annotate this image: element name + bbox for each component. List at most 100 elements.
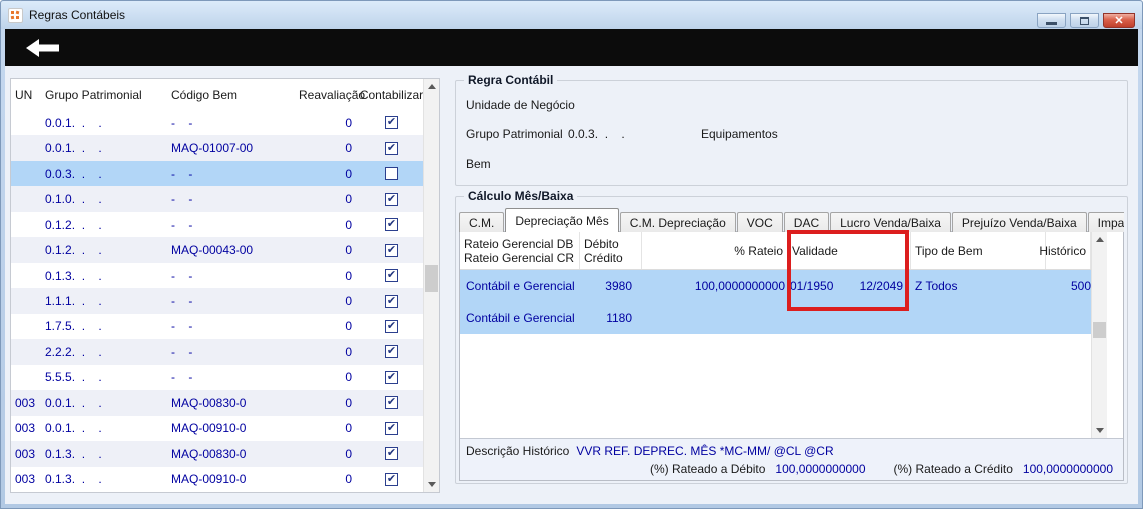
contabilizar-checkbox[interactable]: ✔ — [385, 116, 398, 130]
asset-rules-table: UN Grupo Patrimonial Código Bem Reavalia… — [10, 78, 440, 493]
cell-codigo: - - — [171, 268, 193, 283]
checkmark-icon: ✔ — [386, 447, 397, 460]
window-title: Regras Contábeis — [29, 8, 126, 22]
cell-rateio: Contábil e Gerencial — [466, 311, 575, 325]
table-row[interactable]: 003 0.0.1. . . MAQ-00830-0 0 ✔ — [11, 390, 423, 416]
bem-label: Bem — [466, 157, 491, 171]
table-row[interactable]: 003 0.1.3. . . MAQ-00910-0 0 ✔ — [11, 467, 423, 492]
cell-grupo: 0.1.3. . . — [45, 446, 102, 461]
cell-rateio: Contábil e Gerencial — [466, 279, 575, 293]
tab-voc[interactable]: VOC — [736, 212, 783, 232]
tab-depreciacao-mes[interactable]: Depreciação Mês — [505, 208, 619, 232]
tab-cm-depreciacao[interactable]: C.M. Depreciação — [619, 212, 736, 232]
checkmark-icon: ✔ — [386, 396, 397, 409]
back-button[interactable] — [25, 37, 61, 59]
minimize-button[interactable] — [1037, 13, 1066, 28]
rateado-credito-label: (%) Rateado a Crédito — [893, 462, 1013, 476]
scroll-up-icon[interactable] — [1092, 232, 1107, 247]
checkmark-icon: ✔ — [386, 345, 397, 358]
scrollbar-thumb[interactable] — [425, 265, 438, 292]
tab-label: VOC — [746, 215, 773, 230]
contabilizar-checkbox[interactable]: ✔ — [385, 472, 398, 486]
table-row-selected[interactable]: Contábil e Gerencial 1180 — [460, 302, 1091, 334]
cell-un: 003 — [15, 472, 36, 487]
tab-cm[interactable]: C.M. — [459, 212, 505, 232]
contabilizar-checkbox[interactable]: ✔ — [385, 294, 398, 308]
contabilizar-checkbox[interactable]: ✔ — [385, 319, 398, 333]
column-header-tipo-de-bem[interactable]: Tipo de Bem — [911, 232, 1046, 269]
column-header-contabilizar[interactable]: Contabilizar — [360, 88, 423, 102]
contabilizar-checkbox[interactable]: ✔ — [385, 243, 398, 257]
cell-validade-fim: 12/2049 — [859, 279, 903, 293]
contabilizar-checkbox[interactable]: ✔ — [385, 421, 398, 435]
groupbox-title: Cálculo Mês/Baixa — [464, 189, 578, 203]
cell-un: 003 — [15, 395, 36, 410]
contabilizar-checkbox[interactable]: ✔ — [385, 218, 398, 232]
checkmark-icon: ✔ — [386, 243, 397, 256]
table-row[interactable]: 1.7.5. . . - - 0 ✔ — [11, 314, 423, 339]
maximize-button[interactable] — [1070, 13, 1099, 28]
cell-grupo: 0.0.3. . . — [45, 166, 102, 181]
asset-table-scrollbar[interactable] — [423, 79, 439, 492]
contabilizar-checkbox[interactable]: ✔ — [385, 345, 398, 359]
table-row[interactable]: 003 0.1.3. . . MAQ-00830-0 0 ✔ — [11, 441, 423, 467]
contabilizar-checkbox[interactable]: ✔ — [385, 447, 398, 461]
column-header-codigo-bem[interactable]: Código Bem — [171, 88, 299, 102]
close-button[interactable]: ✕ — [1103, 13, 1135, 28]
tab-label: Depreciação Mês — [515, 213, 609, 228]
window-controls: ✕ — [1037, 13, 1135, 28]
tab-strip: C.M. Depreciação Mês C.M. Depreciação VO… — [459, 208, 1124, 232]
table-row[interactable]: 0.1.0. . . - - 0 ✔ — [11, 186, 423, 212]
table-row[interactable]: 003 0.0.1. . . MAQ-00910-0 0 ✔ — [11, 416, 423, 441]
table-row[interactable]: 1.1.1. . . - - 0 ✔ — [11, 288, 423, 314]
table-row-selected[interactable]: Contábil e Gerencial 3980 100,0000000000… — [460, 270, 1091, 302]
rateio-table-scrollbar[interactable] — [1091, 232, 1107, 438]
cell-codigo: - - — [171, 370, 193, 385]
table-row[interactable]: 0.0.1. . . - - 0 ✔ — [11, 110, 423, 135]
contabilizar-checkbox[interactable] — [385, 167, 398, 181]
column-header-debito-credito[interactable]: Débito Crédito — [580, 232, 642, 269]
column-header-grupo-patrimonial[interactable]: Grupo Patrimonial — [45, 88, 171, 102]
column-header-rateio-gerencial[interactable]: Rateio Gerencial DB Rateio Gerencial CR — [460, 232, 580, 269]
contabilizar-checkbox[interactable]: ✔ — [385, 192, 398, 206]
checkmark-icon: ✔ — [386, 192, 397, 205]
tab-impairment[interactable]: Impairment — [1087, 212, 1124, 232]
column-header-rateio-pct[interactable]: % Rateio — [642, 232, 788, 269]
table-row[interactable]: 0.0.1. . . MAQ-01007-00 0 ✔ — [11, 135, 423, 161]
rateio-table: Rateio Gerencial DB Rateio Gerencial CR … — [460, 232, 1123, 438]
cell-grupo: 0.0.1. . . — [45, 115, 102, 130]
asset-table-body: 0.0.1. . . - - 0 ✔ 0.0.1. . . MAQ-01007-… — [11, 110, 423, 492]
table-row[interactable]: 5.5.5. . . - - 0 ✔ — [11, 365, 423, 390]
column-header-un[interactable]: UN — [11, 88, 45, 102]
cell-grupo: 0.1.0. . . — [45, 192, 102, 207]
scrollbar-thumb[interactable] — [1093, 322, 1106, 338]
close-icon: ✕ — [1114, 15, 1124, 27]
tab-dac[interactable]: DAC — [783, 212, 830, 232]
grupo-patrimonial-value[interactable]: 0.0.3. . . — [568, 127, 625, 141]
contabilizar-checkbox[interactable]: ✔ — [385, 396, 398, 410]
table-row[interactable]: 0.1.2. . . - - 0 ✔ — [11, 212, 423, 237]
scroll-down-icon[interactable] — [424, 477, 439, 492]
table-row-selected[interactable]: 0.0.3. . . - - 0 — [11, 160, 423, 187]
table-row[interactable]: 0.1.2. . . MAQ-00043-00 0 ✔ — [11, 237, 423, 263]
column-header-validade[interactable]: Validade — [788, 232, 911, 269]
contabilizar-checkbox[interactable]: ✔ — [385, 370, 398, 384]
scroll-down-icon[interactable] — [1092, 423, 1107, 438]
table-row[interactable]: 0.1.3. . . - - 0 ✔ — [11, 263, 423, 288]
app-logo-icon — [10, 10, 20, 19]
table-row[interactable]: 2.2.2. . . - - 0 ✔ — [11, 339, 423, 365]
cell-codigo: - - — [171, 344, 193, 359]
cell-reavaliacao: 0 — [345, 344, 352, 359]
cell-historico: 500 — [1070, 279, 1091, 293]
scroll-up-icon[interactable] — [424, 79, 439, 94]
contabilizar-checkbox[interactable]: ✔ — [385, 269, 398, 283]
tab-lucro-venda-baixa[interactable]: Lucro Venda/Baixa — [830, 212, 951, 232]
cell-codigo: - - — [171, 192, 193, 207]
contabilizar-checkbox[interactable]: ✔ — [385, 141, 398, 155]
cell-codigo: - - — [171, 115, 193, 130]
column-header-reavaliacao[interactable]: Reavaliação — [299, 88, 365, 102]
checkmark-icon: ✔ — [386, 269, 397, 282]
column-header-historico[interactable]: Histórico — [1039, 232, 1091, 269]
descricao-historico-value[interactable]: VVR REF. DEPREC. MÊS *MC-MM/ @CL @CR — [576, 444, 833, 458]
tab-prejuizo-venda-baixa[interactable]: Prejuízo Venda/Baixa — [951, 212, 1087, 232]
